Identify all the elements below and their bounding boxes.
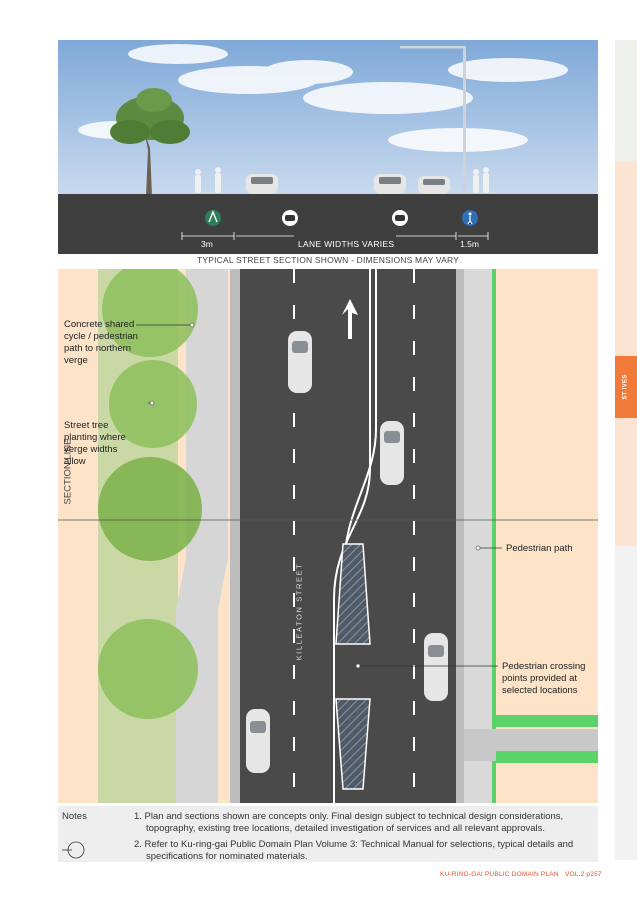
dim-left-label: 3m xyxy=(201,239,213,249)
note-2-line-2: specifications for nominated materials. xyxy=(146,851,308,862)
street-section-graphic xyxy=(58,40,598,254)
label-pedestrian-path: Pedestrian path xyxy=(506,543,573,555)
tab-st-ives-label: ST IVES xyxy=(623,374,630,400)
dim-right-label: 1.5m xyxy=(460,239,479,249)
notes-panel: Notes 1. Plan and sections shown are con… xyxy=(58,806,598,862)
side-street-grass-1 xyxy=(496,715,598,727)
note-1-line-2: topography, existing tree locations, det… xyxy=(146,823,546,834)
label-shared-path: Concrete shared cycle / pedestrian path … xyxy=(64,319,144,367)
car-lane-icon xyxy=(282,210,298,226)
label-crossing-line-2: points provided at xyxy=(502,673,577,684)
side-street-grass-2 xyxy=(496,751,598,763)
car-lane-icon-2 xyxy=(392,210,408,226)
label-street-tree-line-2: planting where xyxy=(64,432,126,443)
label-street-tree-line-1: Street tree xyxy=(64,420,109,431)
section-caption: TYPICAL STREET SECTION SHOWN - DIMENSION… xyxy=(196,255,460,265)
right-kerb xyxy=(456,269,464,803)
footer-document-title: KU-RING-GAI PUBLIC DOMAIN PLAN xyxy=(440,871,559,878)
label-shared-path-line-3: path to northern xyxy=(64,343,132,354)
north-arrow-icon xyxy=(62,841,85,859)
shared-path-icon xyxy=(205,210,221,226)
label-street-tree-line-4: allow xyxy=(64,456,86,467)
street-section: 3m LANE WIDTHS VARIES 1.5m xyxy=(58,40,598,254)
street-plan: SECTION LINE Concrete shared cycle / ped… xyxy=(58,269,598,803)
note-2: 2. Refer to Ku-ring-gai Public Domain Pl… xyxy=(134,839,594,863)
label-shared-path-line-2: cycle / pedestrian xyxy=(64,331,138,342)
label-street-tree: Street tree planting where verge widths … xyxy=(64,420,144,468)
label-street-tree-line-3: verge widths xyxy=(64,444,118,455)
note-2-line-1: 2. Refer to Ku-ring-gai Public Domain Pl… xyxy=(134,839,574,850)
pedestrian-icon xyxy=(462,210,478,226)
tab-st-ives[interactable]: ST IVES xyxy=(615,356,637,418)
edge-tab-lower xyxy=(615,418,637,546)
left-kerb xyxy=(230,269,240,803)
label-shared-path-line-1: Concrete shared xyxy=(64,319,135,330)
edge-tab-mid xyxy=(615,162,637,356)
edge-tab-top xyxy=(615,40,637,162)
right-grass-edge xyxy=(492,269,496,803)
notes-title: Notes xyxy=(62,811,87,822)
street-name: KILLEATON STREET xyxy=(294,562,304,661)
note-1-line-1: 1. Plan and sections shown are concepts … xyxy=(134,811,564,822)
label-pedestrian-path-line-1: Pedestrian path xyxy=(506,543,573,554)
pedestrian-path-surface xyxy=(464,269,492,803)
note-1: 1. Plan and sections shown are concepts … xyxy=(134,811,594,835)
label-crossing: Pedestrian crossing points provided at s… xyxy=(502,661,598,697)
label-crossing-line-1: Pedestrian crossing xyxy=(502,661,586,672)
label-crossing-line-3: selected locations xyxy=(502,685,578,696)
label-shared-path-line-4: verge xyxy=(64,355,88,366)
edge-tab-bottom xyxy=(615,546,637,860)
dim-center-label: LANE WIDTHS VARIES xyxy=(298,239,395,249)
footer-page-number: VOL.2 p257 xyxy=(565,871,602,878)
